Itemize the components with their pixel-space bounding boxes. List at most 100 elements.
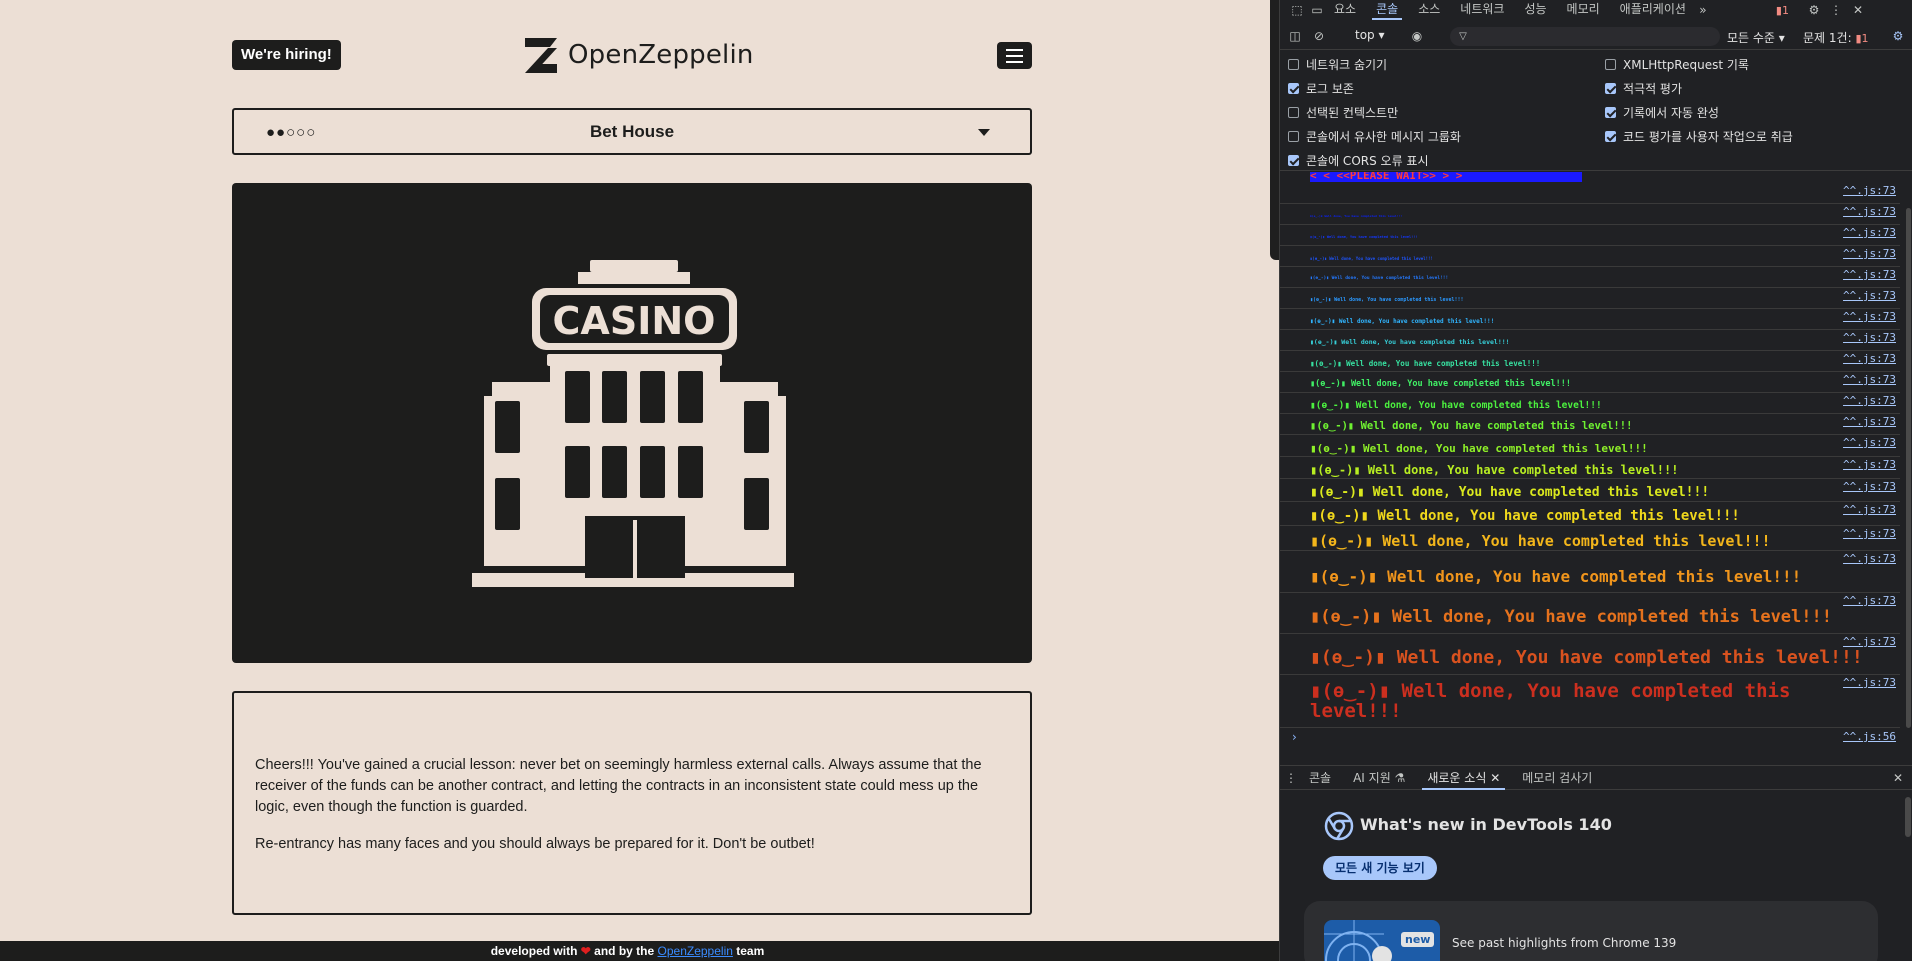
source-link[interactable]: ^^.js:73 (1843, 676, 1896, 689)
setting-label: XMLHttpRequest 기록 (1623, 57, 1749, 72)
filter-input[interactable]: ▽ (1450, 27, 1720, 46)
source-link[interactable]: ^^.js:73 (1843, 352, 1896, 365)
sidebar-toggle-icon[interactable]: ◫ (1288, 29, 1302, 43)
tab-performance[interactable]: 성능 (1514, 0, 1556, 20)
tab-memory[interactable]: 메모리 (1557, 0, 1610, 20)
console-message-row: ^^.js:73 ▮(ɵ‿-)▮ Well done, You have comp… (1280, 204, 1900, 225)
tab-elements[interactable]: 요소 (1324, 0, 1366, 20)
console-message-row: ^^.js:73 ▮(ɵ‿-)▮ Well done, You have comp… (1280, 479, 1900, 502)
checkbox-icon[interactable] (1288, 130, 1299, 142)
tab-application[interactable]: 애플리케이션 (1610, 0, 1696, 20)
source-link[interactable]: ^^.js:73 (1843, 226, 1896, 239)
devtools-panel: ⬚ ▭ 요소 콘솔 소스 네트워크 성능 메모리 애플리케이션 » ▮1 ⚙ ⋮… (1279, 0, 1912, 961)
checkbox-icon[interactable] (1605, 82, 1616, 94)
source-link[interactable]: ^^.js:73 (1843, 436, 1896, 449)
whats-new-title: What's new in DevTools 140 (1360, 815, 1612, 834)
source-link[interactable]: ^^.js:73 (1843, 373, 1896, 386)
openzeppelin-link[interactable]: OpenZeppelin (658, 944, 733, 958)
clear-console-icon[interactable]: ⊘ (1312, 29, 1326, 43)
console-settings-gear-icon[interactable]: ⚙ (1891, 29, 1905, 43)
console-message-text: ▮(ɵ‿-)▮ Well done, You have completed th… (1310, 399, 1602, 411)
source-link[interactable]: ^^.js:73 (1843, 184, 1896, 197)
setting-checkbox[interactable]: 콘솔에서 유사한 메시지 그룹화 (1288, 128, 1461, 144)
panel-divider[interactable] (1270, 0, 1279, 260)
hiring-button[interactable]: We're hiring! (232, 40, 341, 70)
setting-checkbox[interactable]: 코드 평가를 사용자 작업으로 취급 (1605, 128, 1793, 144)
setting-label: 콘솔에서 유사한 메시지 그룹화 (1306, 129, 1461, 144)
checkbox-icon[interactable] (1605, 58, 1616, 70)
brand-logo[interactable]: OpenZeppelin (524, 36, 754, 74)
brand-name: OpenZeppelin (568, 40, 754, 70)
close-drawer-icon[interactable]: ✕ (1891, 771, 1905, 785)
drawer-menu-icon[interactable]: ⋮ (1284, 771, 1298, 785)
source-link[interactable]: ^^.js:73 (1843, 331, 1896, 344)
flask-icon: ⚗ (1394, 770, 1406, 785)
gear-icon[interactable]: ⚙ (1807, 3, 1821, 17)
source-link[interactable]: ^^.js:73 (1843, 310, 1896, 323)
console-message-text: ▮(ɵ‿-)▮ Well done, You have completed th… (1310, 567, 1802, 586)
setting-label: 콘솔에 CORS 오류 표시 (1306, 153, 1429, 168)
setting-checkbox[interactable]: 콘솔에 CORS 오류 표시 (1288, 152, 1429, 168)
checkbox-icon[interactable] (1605, 106, 1616, 118)
source-link[interactable]: ^^.js:73 (1843, 527, 1896, 540)
drawer-tab-memory-inspector[interactable]: 메모리 검사기 (1511, 766, 1603, 790)
setting-checkbox[interactable]: 로그 보존 (1288, 80, 1354, 96)
level-selector[interactable]: ●●○○○ Bet House (232, 108, 1032, 155)
console-message-row: ^^.js:73 ▮(ɵ‿-)▮ Well done, You have comp… (1280, 414, 1900, 435)
checkbox-icon[interactable] (1288, 58, 1299, 70)
console-message-row: ^^.js:73 ▮(ɵ‿-)▮ Well done, You have comp… (1280, 351, 1900, 372)
checkbox-icon[interactable] (1288, 106, 1299, 118)
log-levels-dropdown[interactable]: 모든 수준 ▾ (1727, 29, 1785, 46)
whats-new-scrollbar[interactable] (1905, 797, 1911, 837)
drawer-tab-ai-assistance[interactable]: AI 지원 ⚗ (1342, 766, 1416, 790)
setting-checkbox[interactable]: 네트워크 숨기기 (1288, 56, 1387, 72)
inspect-element-icon[interactable]: ⬚ (1290, 3, 1304, 17)
checkbox-icon[interactable] (1605, 130, 1616, 142)
source-link[interactable]: ^^.js:56 (1843, 730, 1896, 743)
console-message-text: ▮(ɵ‿-)▮ Well done, You have completed th… (1310, 255, 1433, 261)
setting-checkbox[interactable]: 선택된 컨텍스트만 (1288, 104, 1398, 120)
console-message-row: ^^.js:56 (1280, 729, 1900, 749)
tab-console[interactable]: 콘솔 (1366, 0, 1408, 20)
issues-counter[interactable]: 문제 1건: ▮1 (1803, 29, 1869, 46)
setting-checkbox[interactable]: 적극적 평가 (1605, 80, 1682, 96)
source-link[interactable]: ^^.js:73 (1843, 503, 1896, 516)
source-link[interactable]: ^^.js:73 (1843, 394, 1896, 407)
source-link[interactable]: ^^.js:73 (1843, 594, 1896, 607)
console-message-row: ^^.js:73 ▮(ɵ‿-)▮ Well done, You have comp… (1280, 502, 1900, 526)
tab-network[interactable]: 네트워크 (1450, 0, 1514, 20)
more-tabs-icon[interactable]: » (1696, 3, 1710, 17)
kebab-menu-icon[interactable]: ⋮ (1829, 3, 1843, 17)
close-tab-icon[interactable]: ✕ (1490, 771, 1500, 785)
checkbox-icon[interactable] (1288, 82, 1299, 94)
setting-checkbox[interactable]: XMLHttpRequest 기록 (1605, 56, 1749, 72)
console-message-text: ▮(ɵ‿-)▮ Well done, You have completed th… (1310, 338, 1510, 347)
source-link[interactable]: ^^.js:73 (1843, 205, 1896, 218)
source-link[interactable]: ^^.js:73 (1843, 247, 1896, 260)
console-scrollbar[interactable] (1906, 208, 1911, 728)
drawer-tab-whats-new[interactable]: 새로운 소식 ✕ (1416, 766, 1511, 790)
source-link[interactable]: ^^.js:73 (1843, 552, 1896, 565)
console-message-row: ^^.js:73 (1280, 183, 1900, 204)
console-message-text: ▮(ɵ‿-)▮ Well done, You have completed th… (1310, 214, 1403, 218)
console-message-text: ▮(ɵ‿-)▮ Well done, You have completed th… (1310, 297, 1464, 303)
source-link[interactable]: ^^.js:73 (1843, 480, 1896, 493)
checkbox-icon[interactable] (1288, 154, 1299, 166)
close-icon[interactable]: ✕ (1851, 3, 1865, 17)
source-link[interactable]: ^^.js:73 (1843, 268, 1896, 281)
console-message-row: ^^.js:73 ▮(ɵ‿-)▮ Well done, You have comp… (1280, 372, 1900, 393)
console-output: < < <<PLEASE WAIT>> > > › ^^.js:73 ^^.js:… (1280, 172, 1912, 762)
hamburger-menu-button[interactable] (997, 42, 1032, 69)
setting-checkbox[interactable]: 기록에서 자동 완성 (1605, 104, 1719, 120)
see-all-features-button[interactable]: 모든 새 기능 보기 (1323, 856, 1437, 880)
eye-icon[interactable]: ◉ (1410, 29, 1424, 43)
console-message-row: ^^.js:73 ▮(ɵ‿-)▮ Well done, You have comp… (1280, 435, 1900, 457)
tab-sources[interactable]: 소스 (1408, 0, 1450, 20)
device-toolbar-icon[interactable]: ▭ (1310, 3, 1324, 17)
error-count-badge[interactable]: ▮1 (1776, 4, 1789, 17)
source-link[interactable]: ^^.js:73 (1843, 289, 1896, 302)
context-selector[interactable]: top ▾ (1355, 28, 1385, 42)
source-link[interactable]: ^^.js:73 (1843, 458, 1896, 471)
drawer-tab-console[interactable]: 콘솔 (1298, 766, 1342, 790)
source-link[interactable]: ^^.js:73 (1843, 415, 1896, 428)
